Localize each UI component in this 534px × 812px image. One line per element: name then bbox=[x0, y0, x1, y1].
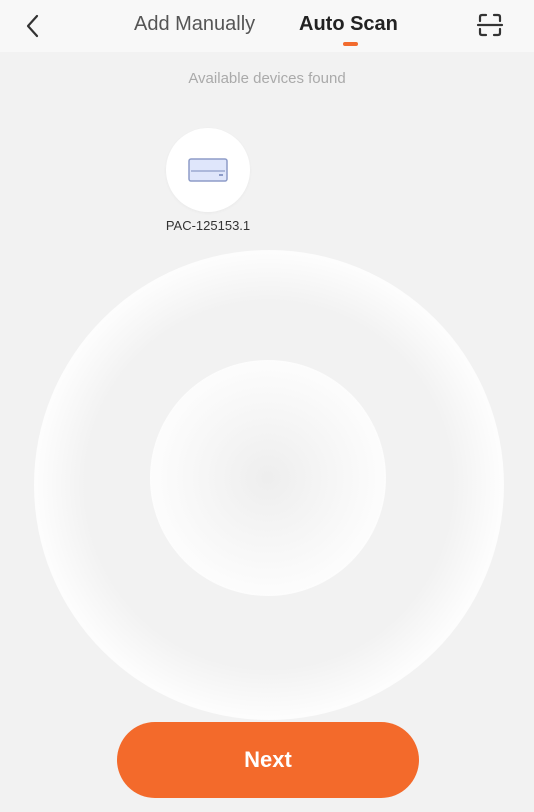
radar-outer-ring bbox=[34, 250, 504, 720]
tab-auto-scan[interactable]: Auto Scan bbox=[299, 10, 398, 38]
available-devices-subtitle: Available devices found bbox=[188, 70, 346, 87]
scan-button[interactable] bbox=[474, 10, 506, 40]
tab-add-manually[interactable]: Add Manually bbox=[134, 10, 255, 38]
scan-frame-icon bbox=[476, 13, 504, 37]
device-item[interactable]: PAC-125153.1 bbox=[160, 128, 256, 233]
air-conditioner-icon bbox=[188, 158, 228, 182]
device-name: PAC-125153.1 bbox=[165, 218, 251, 233]
active-tab-indicator bbox=[343, 42, 358, 46]
chevron-left-icon bbox=[26, 14, 39, 38]
header-bar: Add Manually Auto Scan bbox=[0, 0, 534, 52]
auto-scan-screen: Add Manually Auto Scan Available devices… bbox=[0, 0, 534, 812]
next-button[interactable]: Next bbox=[117, 722, 419, 798]
radar-inner-ring bbox=[150, 360, 386, 596]
back-button[interactable] bbox=[18, 8, 50, 44]
device-avatar bbox=[166, 128, 250, 212]
radar-animation bbox=[0, 0, 534, 812]
